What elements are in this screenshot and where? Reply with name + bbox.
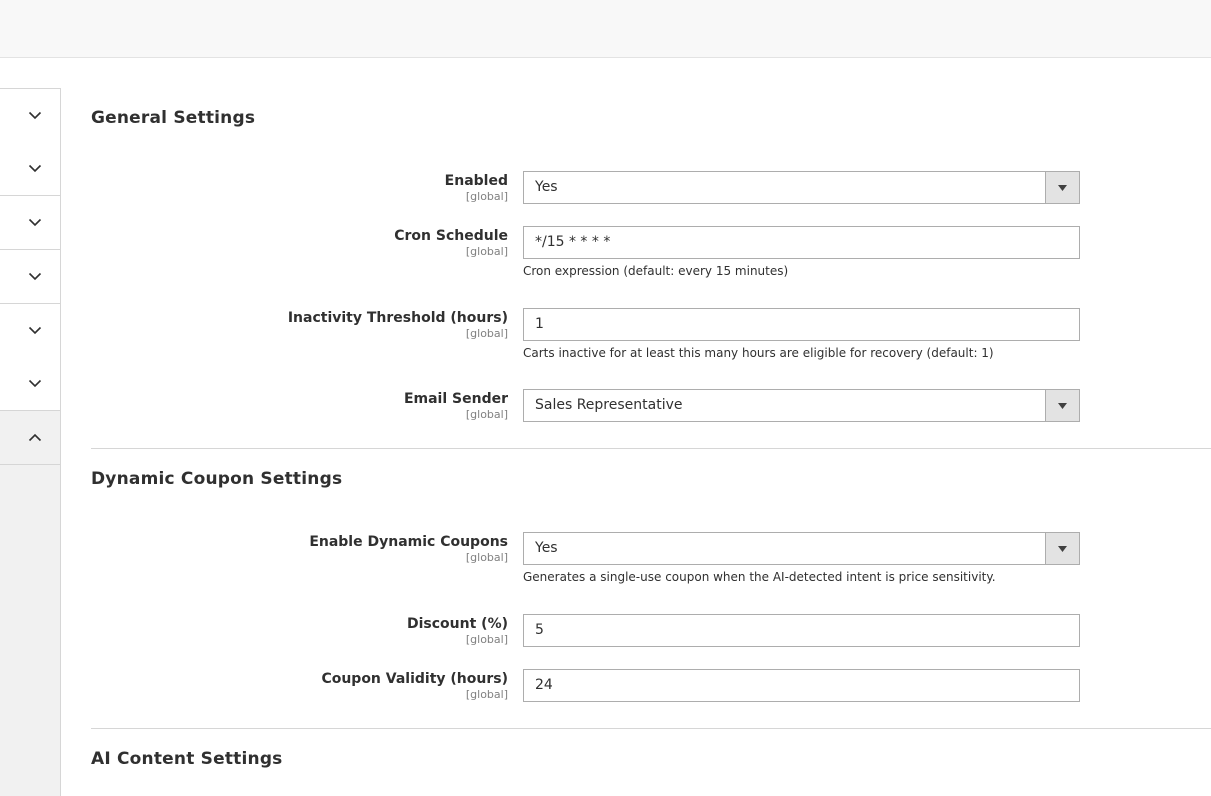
select-value: Sales Representative	[535, 397, 683, 413]
enable-coupons-select[interactable]: Yes	[523, 532, 1080, 565]
scope-text: [global]	[465, 551, 508, 564]
discount-input[interactable]: 5	[523, 614, 1080, 647]
scope-text: [global]	[465, 408, 508, 421]
sidebar-section-toggle-4[interactable]	[0, 250, 60, 304]
field-label-coupon-validity: Coupon Validity (hours) [global]	[208, 671, 508, 701]
cron-schedule-note: Cron expression (default: every 15 minut…	[523, 264, 789, 278]
label-text: Enable Dynamic Coupons	[309, 534, 508, 550]
scope-text: [global]	[465, 688, 508, 701]
select-arrow-button[interactable]	[1045, 172, 1079, 203]
inactivity-threshold-note: Carts inactive for at least this many ho…	[523, 346, 994, 360]
scope-text: [global]	[465, 245, 508, 258]
label-text: Inactivity Threshold (hours)	[287, 310, 508, 326]
enabled-select[interactable]: Yes	[523, 171, 1080, 204]
scope-text: [global]	[465, 633, 508, 646]
label-text: Coupon Validity (hours)	[321, 671, 508, 687]
select-arrow-button[interactable]	[1045, 390, 1079, 421]
coupon-validity-input[interactable]: 24	[523, 669, 1080, 702]
sidebar-section-toggle-3[interactable]	[0, 196, 60, 250]
scope-text: [global]	[465, 190, 508, 203]
sidebar-section-toggle-1[interactable]	[0, 88, 60, 143]
inactivity-threshold-input[interactable]: 1	[523, 308, 1080, 341]
sidebar-section-toggle-7[interactable]	[0, 411, 60, 465]
section-title-coupon: Dynamic Coupon Settings	[91, 469, 343, 489]
section-divider	[91, 448, 1211, 449]
chevron-down-icon	[28, 379, 42, 388]
page-header-bar	[0, 0, 1211, 58]
section-title-general: General Settings	[91, 108, 256, 128]
label-text: Discount (%)	[407, 616, 508, 632]
sidebar-section-toggle-5[interactable]	[0, 304, 60, 358]
sidebar-section-toggle-6[interactable]	[0, 357, 60, 411]
field-label-email-sender: Email Sender [global]	[208, 391, 508, 421]
select-value: Yes	[535, 540, 558, 556]
section-title-ai-content: AI Content Settings	[91, 749, 283, 769]
label-text: Enabled	[444, 173, 508, 189]
chevron-down-icon	[28, 164, 42, 173]
label-text: Email Sender	[403, 391, 508, 407]
caret-down-icon	[1058, 545, 1067, 552]
field-label-enable-coupons: Enable Dynamic Coupons [global]	[208, 534, 508, 564]
chevron-down-icon	[28, 326, 42, 335]
field-label-cron: Cron Schedule [global]	[208, 228, 508, 258]
email-sender-select[interactable]: Sales Representative	[523, 389, 1080, 422]
chevron-up-icon	[28, 433, 42, 442]
scope-text: [global]	[465, 327, 508, 340]
caret-down-icon	[1058, 402, 1067, 409]
enable-coupons-note: Generates a single-use coupon when the A…	[523, 570, 996, 584]
sidebar-section-toggle-2[interactable]	[0, 142, 60, 196]
label-text: Cron Schedule	[394, 228, 508, 244]
chevron-down-icon	[28, 218, 42, 227]
section-divider	[91, 728, 1211, 729]
field-label-discount: Discount (%) [global]	[208, 616, 508, 646]
field-label-inactivity: Inactivity Threshold (hours) [global]	[208, 310, 508, 340]
select-arrow-button[interactable]	[1045, 533, 1079, 564]
field-label-enabled: Enabled [global]	[208, 173, 508, 203]
cron-schedule-input[interactable]: */15 * * * *	[523, 226, 1080, 259]
select-value: Yes	[535, 179, 558, 195]
chevron-down-icon	[28, 111, 42, 120]
caret-down-icon	[1058, 184, 1067, 191]
chevron-down-icon	[28, 272, 42, 281]
config-sidebar	[0, 88, 61, 796]
